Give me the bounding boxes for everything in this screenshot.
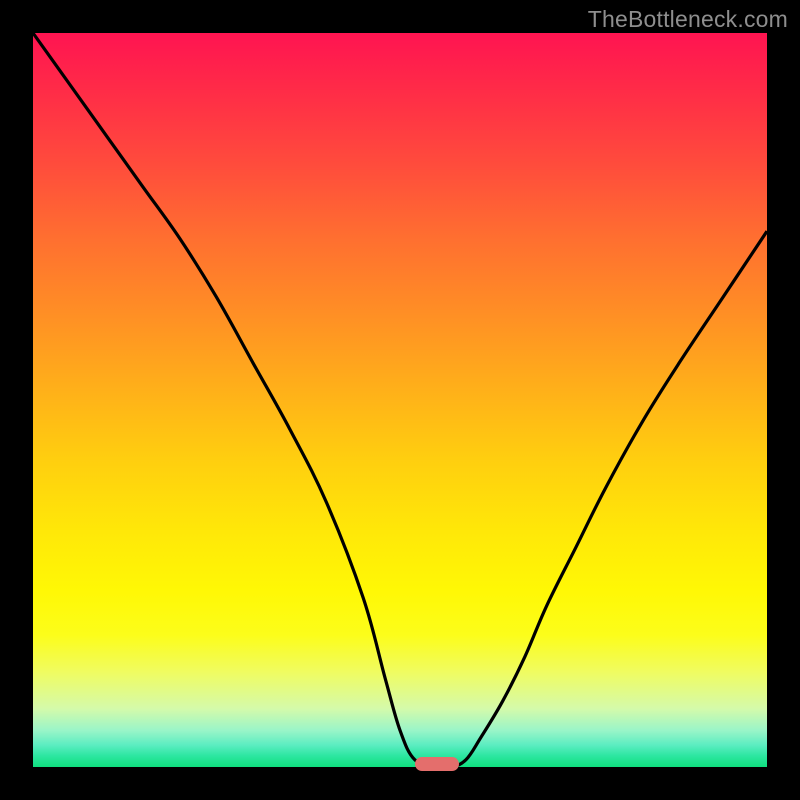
bottleneck-curve: [33, 33, 767, 767]
plot-area: [33, 33, 767, 767]
chart-container: TheBottleneck.com: [0, 0, 800, 800]
optimal-range-marker: [415, 757, 459, 771]
watermark-text: TheBottleneck.com: [588, 6, 788, 33]
